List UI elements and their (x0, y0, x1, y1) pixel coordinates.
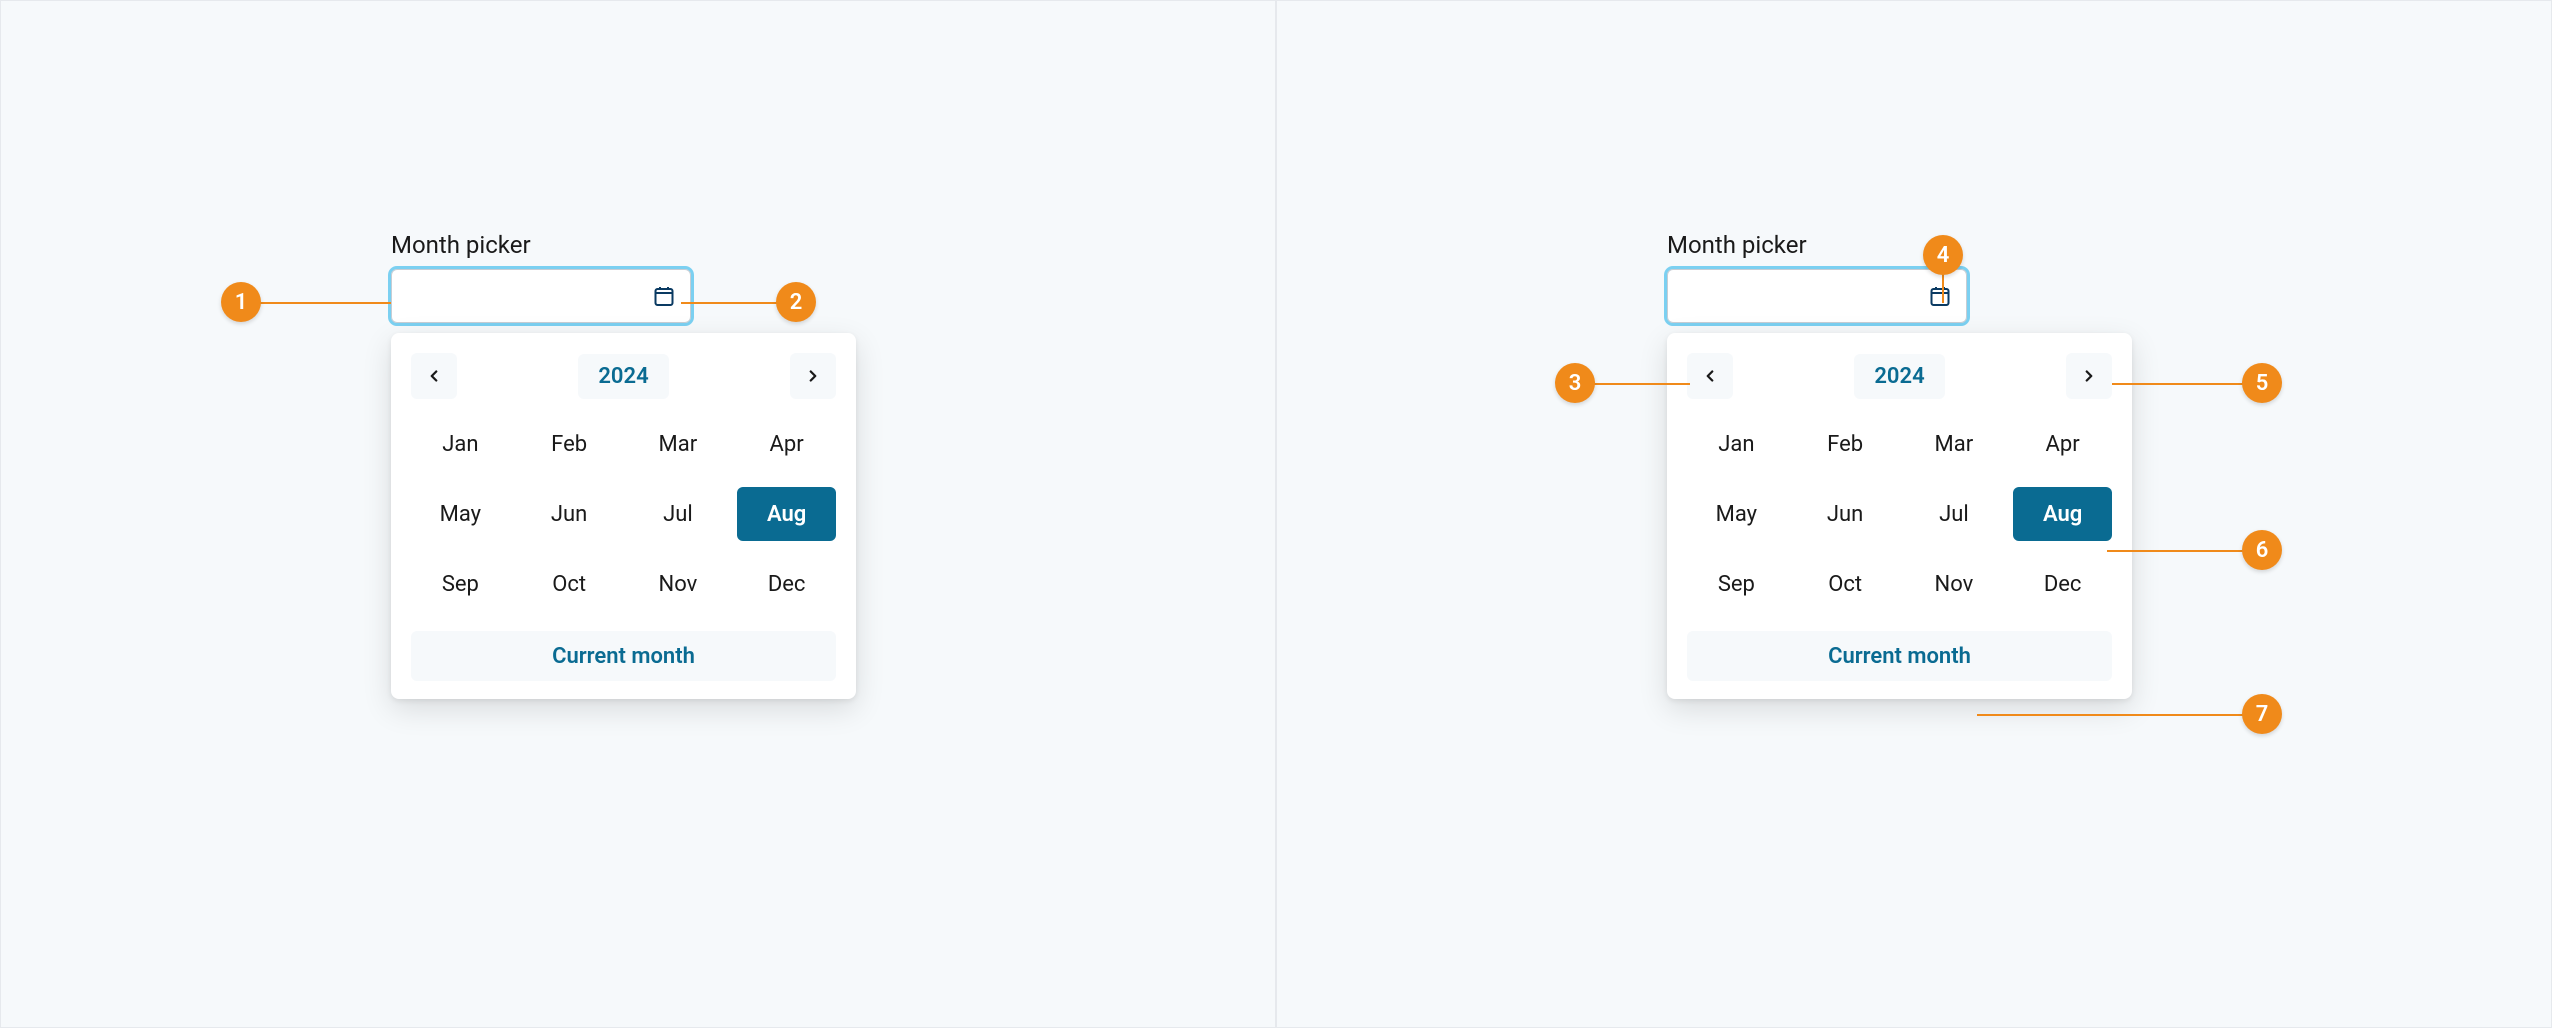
month-cell[interactable]: Sep (1687, 557, 1786, 611)
month-cell-selected[interactable]: Aug (2013, 487, 2112, 541)
month-cell[interactable]: Jul (1905, 487, 2004, 541)
calendar-icon[interactable] (1928, 284, 1952, 308)
month-cell[interactable]: Jan (411, 417, 510, 471)
month-input[interactable] (391, 269, 691, 323)
month-cell[interactable]: May (1687, 487, 1786, 541)
annotation-leader (1592, 383, 1690, 385)
annotation-leader (2112, 383, 2247, 385)
calendar-icon[interactable] (652, 284, 676, 308)
next-year-button[interactable] (2066, 353, 2112, 399)
month-cell[interactable]: Mar (1905, 417, 2004, 471)
month-cell[interactable]: Jun (1796, 487, 1895, 541)
annotation-badge: 6 (2242, 530, 2282, 570)
month-cell[interactable]: Dec (2013, 557, 2112, 611)
example-panel-left: Month picker 2024 (0, 0, 1276, 1028)
example-panel-right: Month picker 2024 (1276, 0, 2552, 1028)
month-cell[interactable]: Apr (737, 417, 836, 471)
annotation-badge: 1 (221, 282, 261, 322)
chevron-left-icon (1701, 367, 1719, 385)
month-cell[interactable]: Feb (1796, 417, 1895, 471)
month-cell[interactable]: Jan (1687, 417, 1786, 471)
month-input[interactable] (1667, 269, 1967, 323)
annotation-leader (1977, 714, 2247, 716)
month-grid: Jan Feb Mar Apr May Jun Jul Aug Sep Oct … (1687, 417, 2112, 611)
month-cell[interactable]: Mar (629, 417, 728, 471)
prev-year-button[interactable] (1687, 353, 1733, 399)
year-selector[interactable]: 2024 (578, 354, 668, 399)
annotation-badge: 5 (2242, 363, 2282, 403)
year-selector[interactable]: 2024 (1854, 354, 1944, 399)
annotation-badge: 4 (1923, 235, 1963, 275)
current-month-button[interactable]: Current month (411, 631, 836, 681)
month-cell[interactable]: Oct (520, 557, 619, 611)
month-cell-selected[interactable]: Aug (737, 487, 836, 541)
field-label: Month picker (391, 231, 856, 259)
annotation-leader (681, 302, 781, 304)
chevron-right-icon (2080, 367, 2098, 385)
month-cell[interactable]: Sep (411, 557, 510, 611)
month-cell[interactable]: Jul (629, 487, 728, 541)
current-month-button[interactable]: Current month (1687, 631, 2112, 681)
annotation-leader (2107, 550, 2247, 552)
month-cell[interactable]: Apr (2013, 417, 2112, 471)
month-cell[interactable]: May (411, 487, 510, 541)
annotation-badge: 2 (776, 282, 816, 322)
field-label: Month picker (1667, 231, 2132, 259)
month-cell[interactable]: Dec (737, 557, 836, 611)
annotation-badge: 3 (1555, 363, 1595, 403)
annotation-leader (256, 302, 391, 304)
annotation-leader (1942, 271, 1944, 303)
month-cell[interactable]: Oct (1796, 557, 1895, 611)
month-cell[interactable]: Feb (520, 417, 619, 471)
annotation-badge: 7 (2242, 694, 2282, 734)
chevron-left-icon (425, 367, 443, 385)
next-year-button[interactable] (790, 353, 836, 399)
month-popover: 2024 Jan Feb Mar Apr May Jun Jul Aug Sep… (1667, 333, 2132, 699)
month-cell[interactable]: Nov (1905, 557, 2004, 611)
month-cell[interactable]: Jun (520, 487, 619, 541)
month-grid: Jan Feb Mar Apr May Jun Jul Aug Sep Oct … (411, 417, 836, 611)
month-cell[interactable]: Nov (629, 557, 728, 611)
month-popover: 2024 Jan Feb Mar Apr May Jun Jul Aug Sep… (391, 333, 856, 699)
chevron-right-icon (804, 367, 822, 385)
prev-year-button[interactable] (411, 353, 457, 399)
